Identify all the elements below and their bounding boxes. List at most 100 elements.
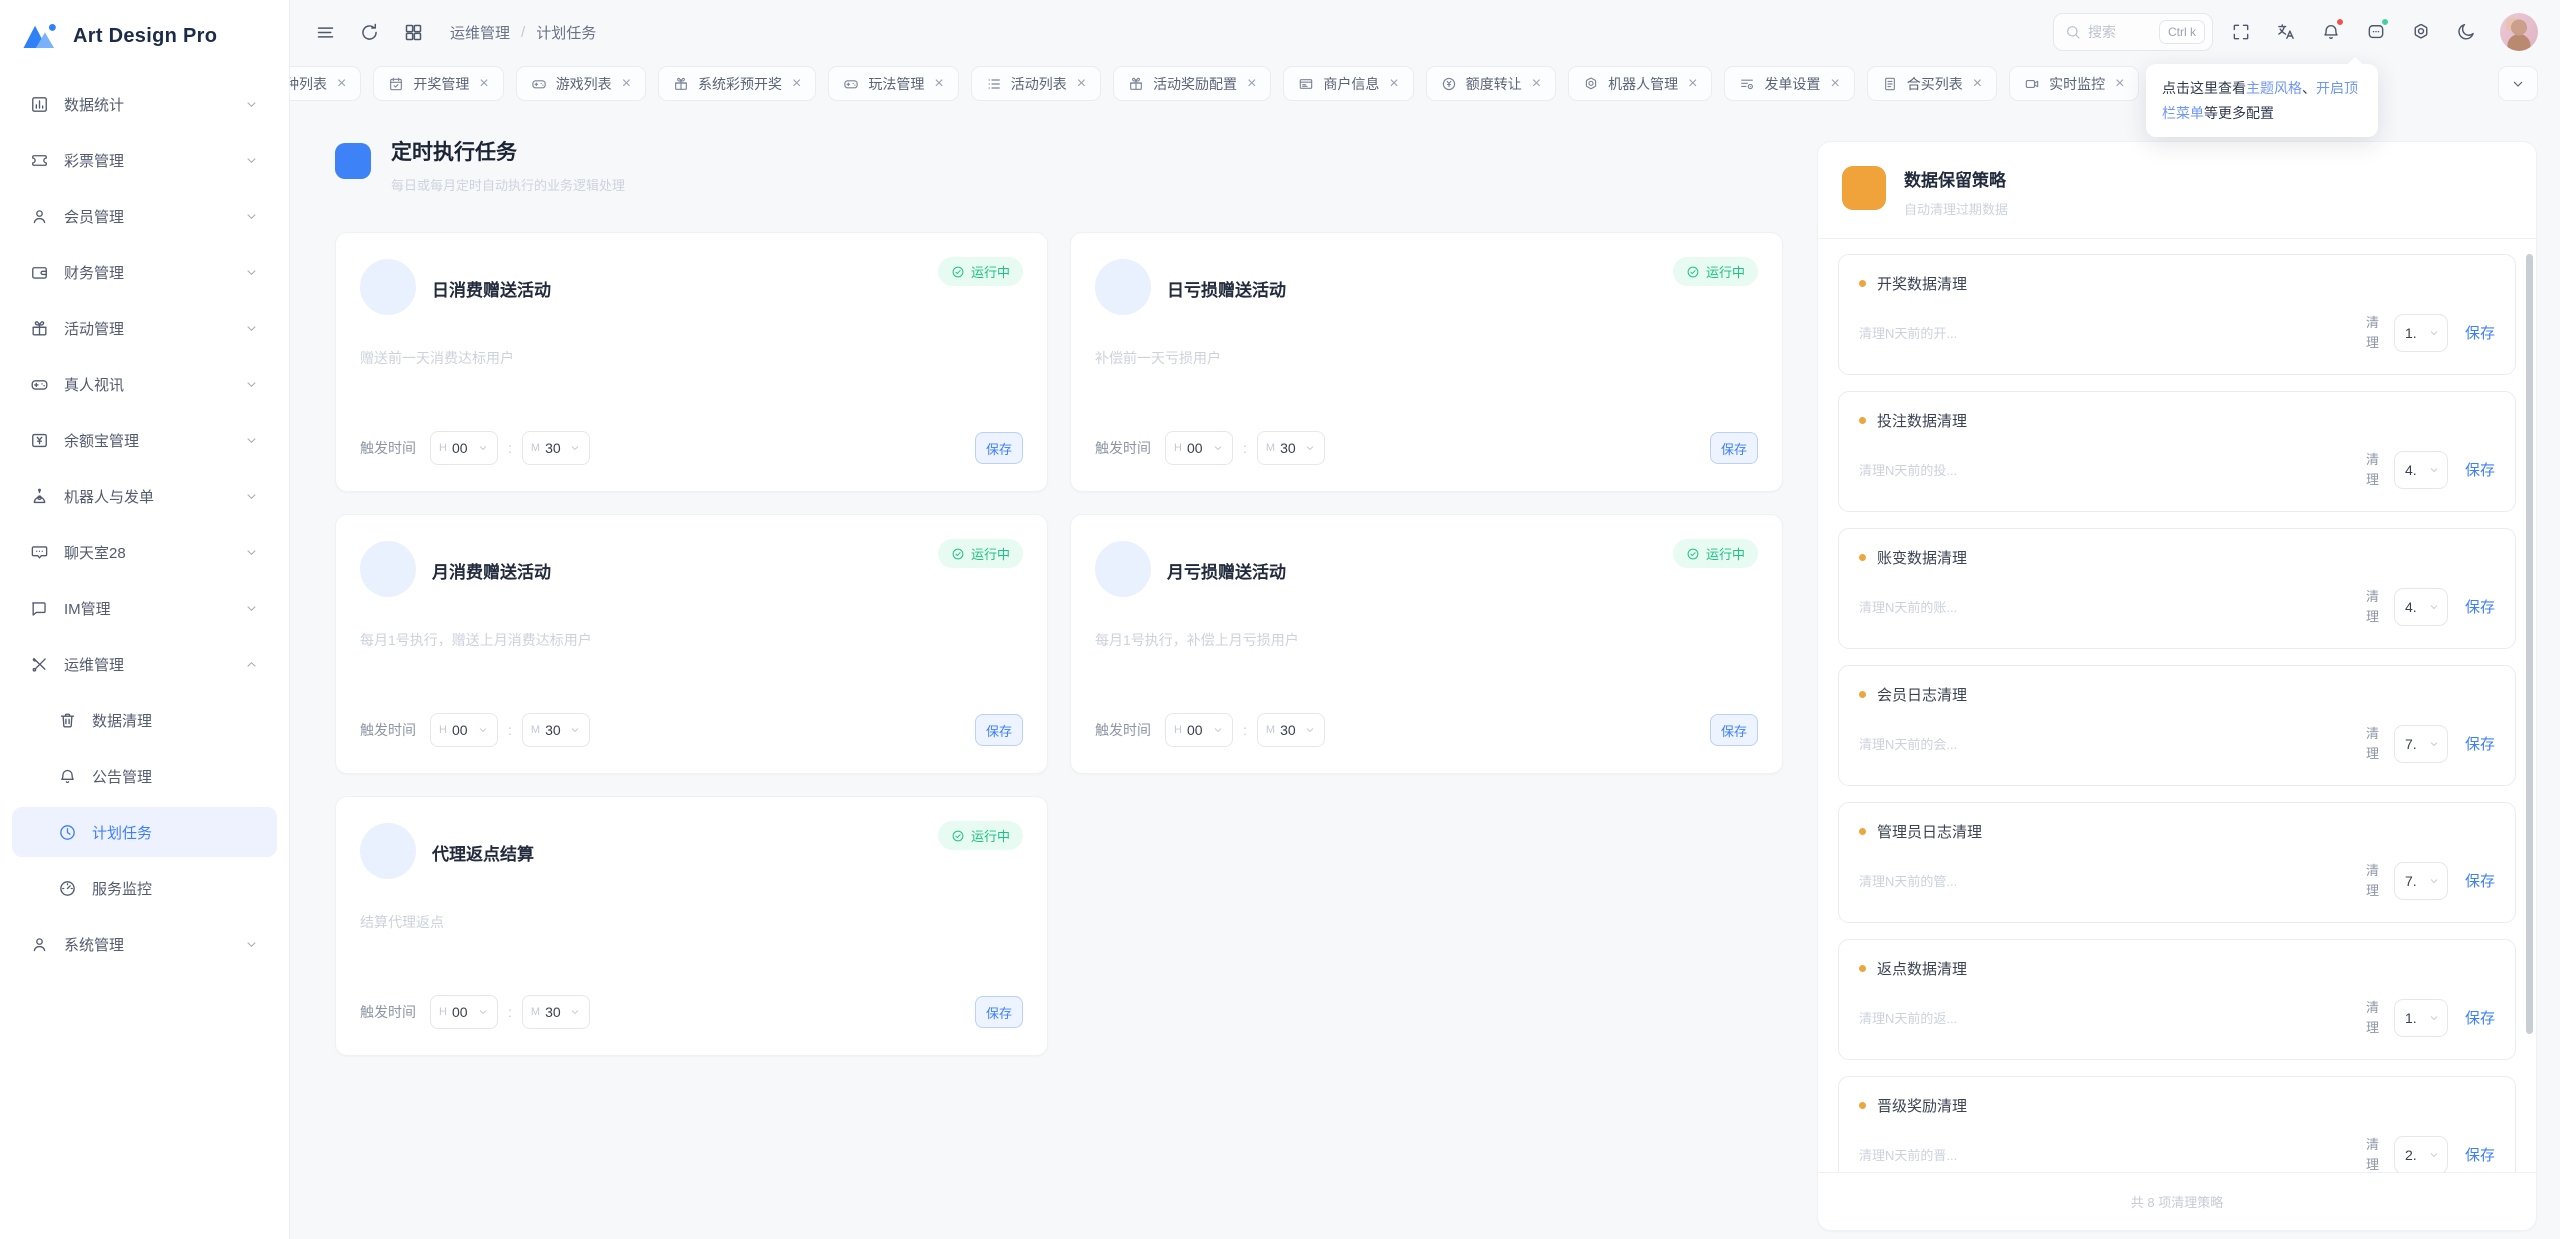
status-badge: 运行中 [938,539,1023,568]
search-box[interactable]: Ctrl k [2053,13,2213,51]
hour-select[interactable]: H00 [430,995,498,1029]
close-icon[interactable]: × [1532,76,1541,92]
save-link[interactable]: 保存 [2465,1007,2495,1028]
save-link[interactable]: 保存 [2465,870,2495,891]
task-title: 代理返点结算 [360,823,1023,865]
tab[interactable]: 种列表× [290,66,361,101]
task-controls: 触发时间H00:M30保存 [360,713,1023,747]
retention-days-select[interactable]: 1. [2394,999,2448,1037]
gear-button[interactable] [2404,15,2438,49]
refresh-button[interactable] [350,13,388,51]
hour-select[interactable]: H00 [1165,431,1233,465]
sidebar-item[interactable]: 服务监控 [12,863,277,913]
sidebar-item[interactable]: 财务管理 [12,247,277,297]
moon-button[interactable] [2449,15,2483,49]
minute-select[interactable]: M30 [522,431,590,465]
hour-select[interactable]: H00 [430,431,498,465]
save-link[interactable]: 保存 [2465,322,2495,343]
close-icon[interactable]: × [934,76,943,92]
app-logo[interactable]: Art Design Pro [12,12,277,79]
close-icon[interactable]: × [1973,76,1982,92]
minute-select[interactable]: M30 [522,713,590,747]
sidebar-item[interactable]: IM管理 [12,583,277,633]
clean-label: 清理 [2366,587,2381,626]
save-button[interactable]: 保存 [975,714,1023,746]
save-button[interactable]: 保存 [1710,714,1758,746]
translate-button[interactable] [2269,15,2303,49]
retention-days-select[interactable]: 4. [2394,451,2448,489]
tab[interactable]: 机器人管理× [1568,66,1712,101]
close-icon[interactable]: × [1688,76,1697,92]
chevron-down-icon [477,442,489,454]
minute-select[interactable]: M30 [1257,713,1325,747]
save-link[interactable]: 保存 [2465,596,2495,617]
tab[interactable]: 活动奖励配置× [1113,66,1271,101]
retention-days-select[interactable]: 4. [2394,588,2448,626]
sidebar-item[interactable]: 聊天室28 [12,527,277,577]
sidebar-item[interactable]: 数据清理 [12,695,277,745]
yen-square-icon [30,431,49,450]
tab[interactable]: 开奖管理× [373,66,503,101]
save-link[interactable]: 保存 [2465,1144,2495,1165]
tabs-overflow-button[interactable] [2498,66,2538,101]
hour-select[interactable]: H00 [1165,713,1233,747]
close-icon[interactable]: × [2115,76,2124,92]
minute-select[interactable]: M30 [522,995,590,1029]
save-link[interactable]: 保存 [2465,459,2495,480]
retention-days-select[interactable]: 2. [2394,1136,2448,1173]
sidebar-item[interactable]: 余额宝管理 [12,415,277,465]
sidebar-item[interactable]: 公告管理 [12,751,277,801]
sidebar-item[interactable]: 数据统计 [12,79,277,129]
save-button[interactable]: 保存 [1710,432,1758,464]
close-icon[interactable]: × [1389,76,1398,92]
bell-icon [58,767,77,786]
tab[interactable]: 玩法管理× [828,66,958,101]
sidebar-item[interactable]: 计划任务 [12,807,277,857]
apps-grid-button[interactable] [394,13,432,51]
chevron-down-icon [1212,724,1224,736]
sidebar-item[interactable]: 运维管理 [12,639,277,689]
search-input[interactable] [2088,24,2146,40]
sidebar-item[interactable]: 真人视讯 [12,359,277,409]
save-button[interactable]: 保存 [975,432,1023,464]
fullscreen-button[interactable] [2224,15,2258,49]
tab[interactable]: 活动列表× [971,66,1101,101]
chevron-down-icon [244,545,259,560]
sidebar-item[interactable]: 活动管理 [12,303,277,353]
sidebar-item[interactable]: 彩票管理 [12,135,277,185]
menu-toggle-button[interactable] [306,13,344,51]
tab[interactable]: 游戏列表× [516,66,646,101]
minute-select[interactable]: M30 [1257,431,1325,465]
task-title: 月亏损赠送活动 [1095,541,1758,583]
save-link[interactable]: 保存 [2465,733,2495,754]
tab[interactable]: 系统彩预开奖× [658,66,816,101]
close-icon[interactable]: × [622,76,631,92]
tab[interactable]: 实时监控× [2009,66,2139,101]
theme-style-link[interactable]: 主题风格 [2246,80,2302,96]
chat-smile-button[interactable] [2359,15,2393,49]
close-icon[interactable]: × [479,76,488,92]
tab[interactable]: 合买列表× [1867,66,1997,101]
sidebar-item[interactable]: 系统管理 [12,919,277,969]
sidebar-item[interactable]: 会员管理 [12,191,277,241]
tab[interactable]: 发单设置× [1724,66,1854,101]
retention-days-select[interactable]: 7. [2394,862,2448,900]
close-icon[interactable]: × [792,76,801,92]
bell-button[interactable] [2314,15,2348,49]
close-icon[interactable]: × [1077,76,1086,92]
close-icon[interactable]: × [1247,76,1256,92]
retention-item: 管理员日志清理清理N天前的管...清理7.保存 [1838,802,2516,923]
tab[interactable]: 商户信息× [1283,66,1413,101]
scrollbar-thumb[interactable] [2526,254,2533,1034]
sidebar-item[interactable]: 机器人与发单 [12,471,277,521]
task-card: 日亏损赠送活动运行中补偿前一天亏损用户触发时间H00:M30保存 [1070,232,1783,492]
tab[interactable]: 额度转让× [1426,66,1556,101]
retention-days-select[interactable]: 1. [2394,314,2448,352]
user-avatar[interactable] [2500,13,2538,51]
hour-select[interactable]: H00 [430,713,498,747]
save-button[interactable]: 保存 [975,996,1023,1028]
close-icon[interactable]: × [1830,76,1839,92]
document-icon [1882,76,1898,92]
retention-days-select[interactable]: 7. [2394,725,2448,763]
close-icon[interactable]: × [337,76,346,92]
